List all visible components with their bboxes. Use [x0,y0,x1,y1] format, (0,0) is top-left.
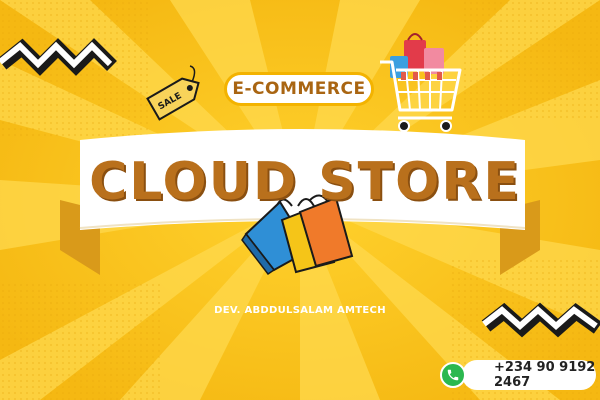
store-title: CLOUD STORE [89,152,521,212]
ecommerce-badge: E-COMMERCE [224,72,374,106]
promo-banner: SALE E-COMMERCE CLOUD STORE DEV. ABDDULS… [0,0,600,400]
developer-credit: DEV. ABDDULSALAM AMTECH [214,304,386,316]
phone-icon[interactable] [440,362,466,388]
phone-handset-icon [447,369,459,381]
phone-number-pill[interactable]: +234 90 9192 2467 [462,360,596,390]
phone-number: +234 90 9192 2467 [494,360,596,390]
